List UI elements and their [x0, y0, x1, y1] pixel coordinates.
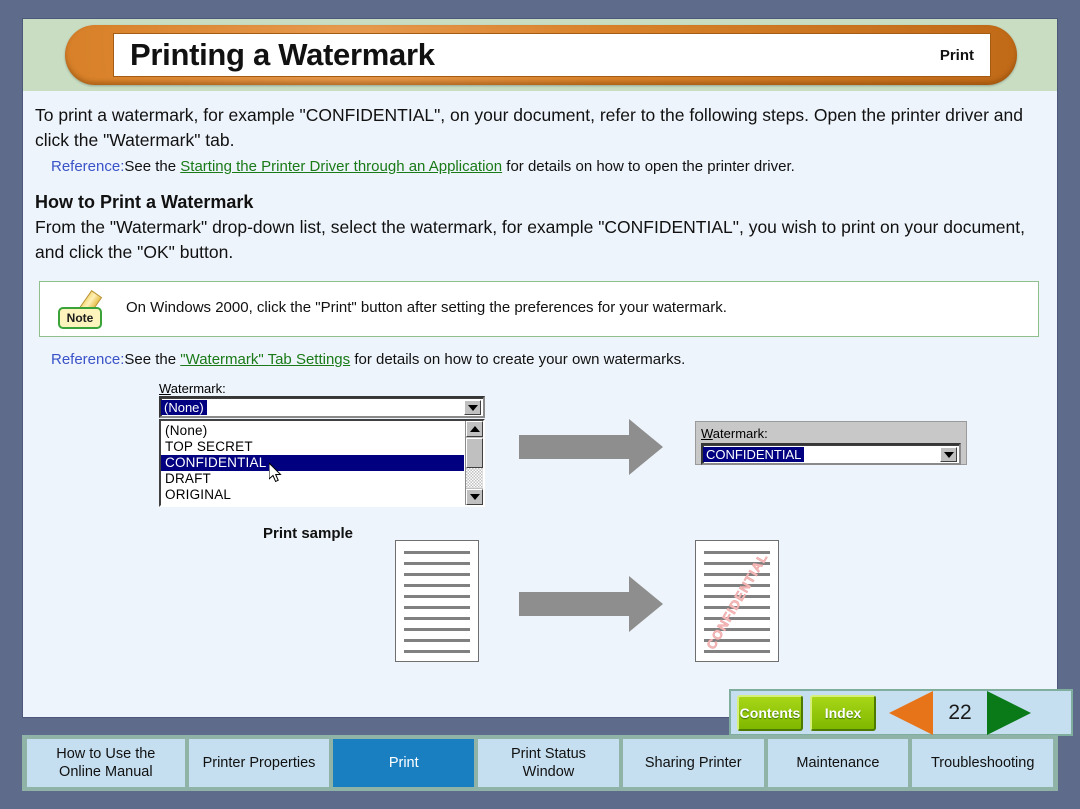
link-watermark-tab-settings[interactable]: "Watermark" Tab Settings [180, 351, 350, 368]
instruction-paragraph: From the "Watermark" drop-down list, sel… [35, 217, 1025, 262]
list-item[interactable]: ORIGINAL [161, 487, 464, 503]
page-number: 22 [948, 700, 972, 724]
manual-page: Printing a Watermark Print To print a wa… [0, 0, 1080, 809]
link-starting-printer-driver[interactable]: Starting the Printer Driver through an A… [180, 158, 502, 175]
title-pill: Printing a Watermark Print [65, 25, 1017, 85]
caret-down-icon [469, 494, 480, 500]
tab-maintenance[interactable]: Maintenance [767, 739, 909, 787]
list-item[interactable]: TOP SECRET [161, 439, 464, 455]
chevron-down-icon [467, 404, 478, 411]
watermark-combobox-before[interactable]: (None) [159, 396, 485, 418]
tab-sharing-printer[interactable]: Sharing Printer [622, 739, 764, 787]
reference-after-text-2: for details on how to create your own wa… [350, 351, 686, 368]
list-item[interactable]: DRAFT [161, 471, 464, 487]
scrollbar-track[interactable] [466, 468, 483, 488]
tab-printer-properties[interactable]: Printer Properties [188, 739, 330, 787]
note-box: Note On Windows 2000, click the "Print" … [39, 281, 1039, 337]
document-sample-before [395, 540, 479, 662]
tab-how-to-use-online-manual[interactable]: How to Use the Online Manual [27, 739, 185, 787]
watermark-field-label-after: Watermark: [701, 426, 961, 441]
next-page-arrow-icon[interactable] [987, 690, 1031, 735]
list-item-selected[interactable]: CONFIDENTIAL [161, 455, 464, 471]
bottom-tab-bar: How to Use the Online Manual Printer Prop… [22, 735, 1058, 791]
tab-print[interactable]: Print [333, 739, 475, 787]
mouse-cursor-icon [269, 463, 282, 483]
reference-before-text-2: See the [124, 351, 181, 368]
reference-after-text: for details on how to open the printer d… [502, 158, 795, 175]
watermark-option-list[interactable]: (None) TOP SECRET CONFIDENTIAL DRAFT ORI… [159, 419, 485, 507]
tab-print-status-window[interactable]: Print Status Window [478, 739, 619, 787]
note-text: On Windows 2000, click the "Print" butto… [126, 299, 727, 316]
note-icon: Note [58, 288, 104, 332]
watermark-combobox-value-after: CONFIDENTIAL [703, 446, 805, 462]
watermark-dropdown-closed: Watermark: CONFIDENTIAL [695, 421, 967, 465]
watermark-combobox-after[interactable]: CONFIDENTIAL [701, 443, 961, 465]
document-sample-after: CONFIDENTIAL [695, 540, 779, 662]
intro-paragraph: To print a watermark, for example "CONFI… [35, 105, 1023, 150]
page-title: Printing a Watermark [130, 36, 435, 72]
scroll-down-button[interactable] [466, 489, 483, 505]
chevron-down-icon [943, 451, 954, 458]
reference-label: Reference: [51, 158, 125, 175]
tab-troubleshooting[interactable]: Troubleshooting [912, 739, 1054, 787]
print-sample-label: Print sample [263, 525, 354, 542]
combobox-dropdown-button-before[interactable] [464, 400, 481, 415]
transition-arrow-top [519, 419, 665, 475]
document-lines [404, 551, 470, 661]
subheading-how-to-print: How to Print a Watermark [35, 192, 254, 212]
reference-line-2: Reference:See the "Watermark" Tab Settin… [51, 349, 1043, 371]
reference-before-text: See the [124, 158, 181, 175]
watermark-combobox-value-before: (None) [161, 399, 207, 415]
index-button[interactable]: Index [810, 694, 876, 731]
watermark-label-rest-after: atermark: [712, 426, 768, 441]
watermark-field-label-before: Watermark: [159, 381, 485, 396]
combobox-dropdown-button-after[interactable] [940, 447, 957, 462]
navigation-bar: Contents Index 22 [729, 689, 1073, 736]
note-badge-label: Note [58, 307, 102, 329]
page-frame: Printing a Watermark Print To print a wa… [22, 18, 1073, 736]
watermark-label-accelerator: W [159, 381, 171, 396]
contents-button[interactable]: Contents [737, 694, 803, 731]
reference-line-1: Reference:See the Starting the Printer D… [51, 156, 1043, 178]
reference-label-2: Reference: [51, 351, 125, 368]
scrollbar-thumb[interactable] [466, 438, 483, 468]
title-inner-box: Printing a Watermark Print [113, 33, 991, 77]
header-section-label: Print [939, 46, 974, 64]
list-item[interactable]: (None) [161, 423, 464, 439]
watermark-dropdown-open: Watermark: (None) (None) TOP SECRET CONF… [159, 381, 485, 507]
transition-arrow-bottom [519, 576, 665, 632]
header-band: Printing a Watermark Print [23, 19, 1057, 91]
previous-page-arrow-icon[interactable] [889, 690, 933, 735]
scroll-up-button[interactable] [466, 421, 483, 437]
list-scrollbar[interactable] [465, 421, 483, 505]
caret-up-icon [469, 426, 480, 432]
watermark-label-accelerator-after: W [701, 426, 713, 441]
watermark-label-rest: atermark: [170, 381, 226, 396]
watermark-option-items: (None) TOP SECRET CONFIDENTIAL DRAFT ORI… [161, 423, 464, 503]
